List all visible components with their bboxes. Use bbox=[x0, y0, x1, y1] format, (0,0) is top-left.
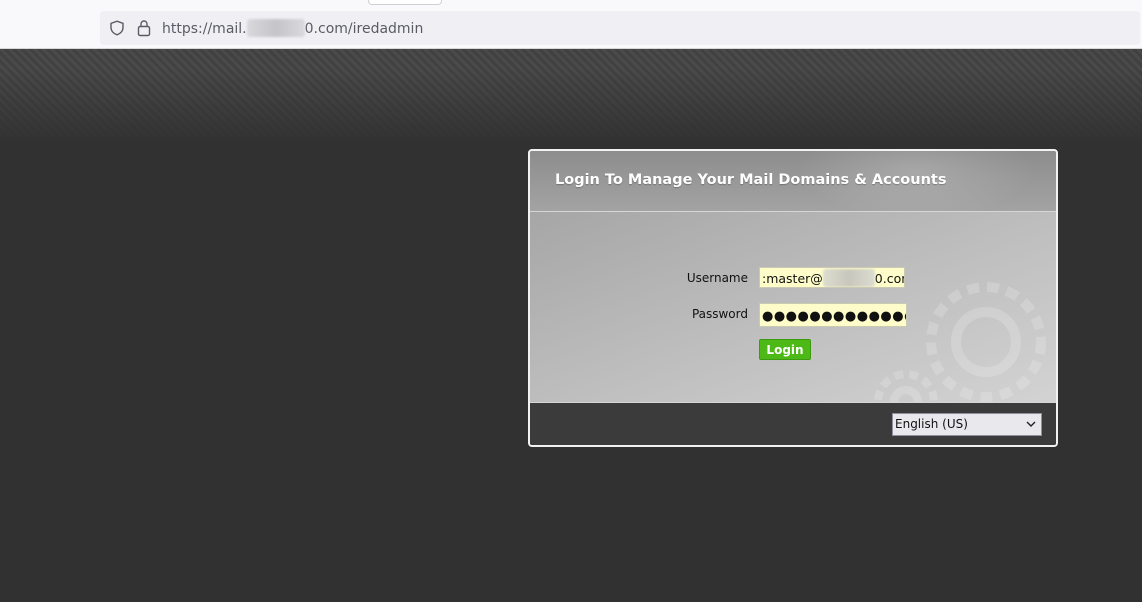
username-value-suffix: 0.com bbox=[874, 271, 904, 286]
username-value-prefix: :master@ bbox=[762, 271, 823, 286]
language-select[interactable]: English (US) bbox=[892, 413, 1042, 436]
password-mask: ●●●●●●●●●●●●●● bbox=[762, 309, 906, 324]
username-redacted-blur bbox=[822, 269, 875, 287]
url-prefix: https://mail. bbox=[162, 21, 247, 37]
login-header: Login To Manage Your Mail Domains & Acco… bbox=[530, 151, 1056, 221]
login-title: Login To Manage Your Mail Domains & Acco… bbox=[555, 172, 947, 188]
password-input[interactable]: ●●●●●●●●●●●●●● bbox=[759, 303, 907, 327]
lock-icon[interactable] bbox=[136, 19, 152, 37]
login-footer: English (US) bbox=[530, 402, 1056, 445]
active-tab[interactable] bbox=[368, 0, 442, 5]
language-selected-value: English (US) bbox=[895, 417, 968, 431]
login-panel: Login To Manage Your Mail Domains & Acco… bbox=[528, 149, 1058, 447]
password-label: Password bbox=[691, 307, 748, 321]
login-button[interactable]: Login bbox=[759, 339, 811, 360]
username-label: Username bbox=[686, 271, 748, 285]
address-bar[interactable]: https://mail. 0.com/iredadmin bbox=[100, 11, 1140, 45]
url-text[interactable]: https://mail. 0.com/iredadmin bbox=[162, 19, 423, 37]
tracking-protection-shield-icon[interactable] bbox=[109, 20, 125, 36]
browser-toolbar: https://mail. 0.com/iredadmin bbox=[0, 0, 1142, 49]
username-input[interactable]: :master@ 0.com bbox=[759, 267, 905, 288]
url-redacted-blur bbox=[246, 19, 305, 37]
gears-background-icon bbox=[874, 282, 1046, 402]
url-suffix: 0.com/iredadmin bbox=[304, 21, 424, 37]
chevron-down-icon bbox=[1026, 421, 1036, 427]
login-form: Username :master@ 0.com Password ●●●●●●●●… bbox=[530, 212, 1056, 402]
